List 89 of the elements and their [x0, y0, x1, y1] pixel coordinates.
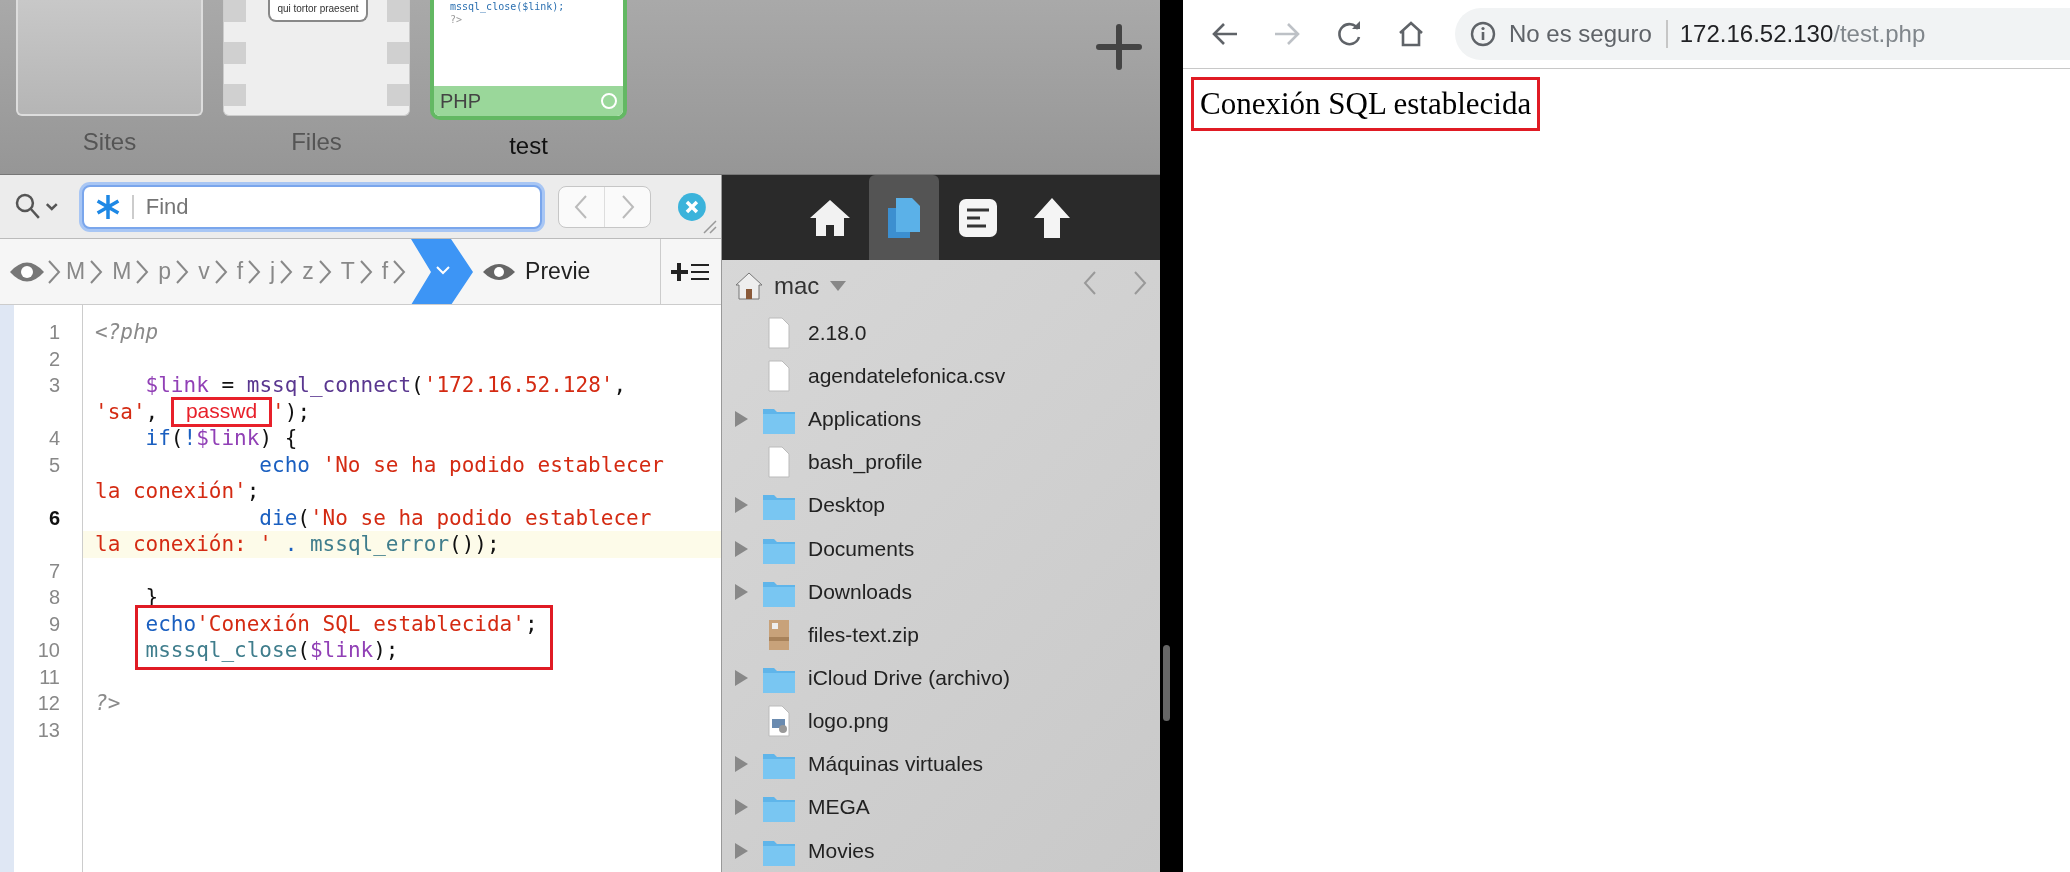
line-number: 10: [36, 638, 60, 663]
chevron-icon: [278, 258, 295, 285]
address-bar[interactable]: No es seguro 172.16.52.130/test.php: [1455, 8, 2070, 60]
home-icon: [808, 197, 852, 238]
line-number: 7: [47, 558, 60, 584]
reload-button[interactable]: [1335, 20, 1363, 48]
file-name[interactable]: Documents: [808, 536, 915, 561]
chevron-icon: [619, 193, 636, 220]
chevron-icon: [573, 193, 590, 220]
code-text: echo'Conexión SQL establecida';: [144, 610, 538, 637]
preview-button[interactable]: Previe: [473, 258, 634, 285]
file-name[interactable]: iCloud Drive (archivo): [808, 665, 1010, 690]
code-text: ?>: [95, 690, 121, 717]
expand-triangle-icon[interactable]: [732, 841, 750, 860]
document-tab[interactable]: test: [509, 132, 548, 160]
line-number: 1: [47, 320, 60, 345]
house-icon: [734, 270, 764, 301]
status-ring-icon: [601, 93, 617, 109]
line-number: 12: [36, 691, 60, 716]
language-label: PHP: [440, 89, 482, 113]
scrollbar-thumb[interactable]: [1163, 645, 1170, 721]
expand-triangle-icon[interactable]: [732, 798, 750, 817]
redaction-label: passwd: [170, 396, 273, 427]
page-text: Conexión SQL establecida: [1191, 77, 1541, 131]
line-number: 8: [47, 585, 60, 610]
chevron-icon: [134, 258, 151, 285]
file-name[interactable]: Máquinas virtuales: [808, 752, 984, 777]
code-text: msssql_close($link);: [144, 637, 399, 664]
file-name[interactable]: MEGA: [808, 795, 870, 820]
thumbnail[interactable]: qui tortor praesent: [223, 0, 410, 116]
dropdown-caret-icon[interactable]: [829, 279, 848, 292]
code-text: la conexión: ' . mssql_error());: [95, 531, 500, 558]
location-label[interactable]: mac: [774, 271, 820, 300]
thumbnail[interactable]: [16, 0, 203, 116]
expand-triangle-icon[interactable]: [732, 668, 750, 687]
documents-icon: [886, 195, 922, 240]
chevron-icon: [1082, 269, 1098, 296]
code-text: echo 'No se ha podido establecer: [258, 451, 664, 478]
jump-menu-button[interactable]: [411, 239, 474, 304]
add-icon[interactable]: [1096, 24, 1142, 70]
chevron-icon: [88, 258, 105, 285]
file-name[interactable]: logo.png: [808, 709, 889, 734]
line-number: 4: [47, 426, 60, 451]
chevron-icon: [212, 258, 229, 285]
file-name[interactable]: Movies: [808, 838, 875, 863]
chevron-icon: [246, 258, 263, 285]
chevron-icon: [174, 258, 191, 285]
chevron-icon: [357, 258, 374, 285]
code-text: 'sa',: [95, 398, 160, 425]
chevron-icon[interactable]: [46, 258, 62, 285]
line-number: 2: [47, 346, 60, 372]
line-number: 13: [36, 717, 60, 743]
home-button[interactable]: [1397, 20, 1425, 48]
chevron-icon: [316, 258, 333, 285]
file-name[interactable]: Downloads: [808, 579, 912, 604]
close-icon[interactable]: [677, 191, 707, 222]
code-text: $link = mssql_connect('172.16.52.128',: [144, 372, 627, 399]
code-text: die('No se ha podido establecer: [258, 504, 652, 531]
chevron-icon: [1132, 269, 1148, 296]
code-text: <?php: [95, 319, 159, 346]
line-number: 11: [38, 664, 60, 690]
thumbnail-text: mssql_close($link);: [450, 1, 565, 12]
file-name[interactable]: files-text.zip: [808, 622, 919, 647]
line-number: 9: [47, 611, 60, 637]
expand-triangle-icon[interactable]: [732, 755, 750, 774]
file-name[interactable]: Desktop: [808, 493, 886, 518]
expand-triangle-icon[interactable]: [732, 410, 750, 429]
file-name[interactable]: Applications: [808, 407, 922, 432]
code-text: ');: [272, 398, 311, 425]
line-number: 3: [47, 373, 60, 398]
expand-triangle-icon[interactable]: [732, 496, 750, 515]
file-name[interactable]: 2.18.0: [808, 320, 867, 345]
url-text: 172.16.52.130/test.php: [1679, 20, 1926, 48]
expand-triangle-icon[interactable]: [732, 582, 750, 601]
code-text: if(!$link) {: [144, 425, 298, 452]
line-number: 5: [47, 452, 60, 478]
code-text: la conexión';: [95, 478, 260, 505]
file-name[interactable]: agendatelefonica.csv: [808, 363, 1006, 388]
thumbnail-text: ?>: [450, 14, 463, 25]
file-name[interactable]: bash_profile: [808, 450, 923, 475]
line-number: 6: [47, 505, 60, 531]
expand-triangle-icon[interactable]: [732, 539, 750, 558]
thumbnail[interactable]: mssql_close($link); ?> PHP: [430, 0, 627, 120]
security-label: No es seguro: [1509, 20, 1668, 48]
thumbnail-text: qui tortor praesent: [268, 0, 368, 22]
chevron-icon: [391, 258, 408, 285]
list-icon: [958, 197, 998, 238]
info-icon[interactable]: [1469, 20, 1497, 48]
find-field[interactable]: Find: [81, 184, 542, 229]
